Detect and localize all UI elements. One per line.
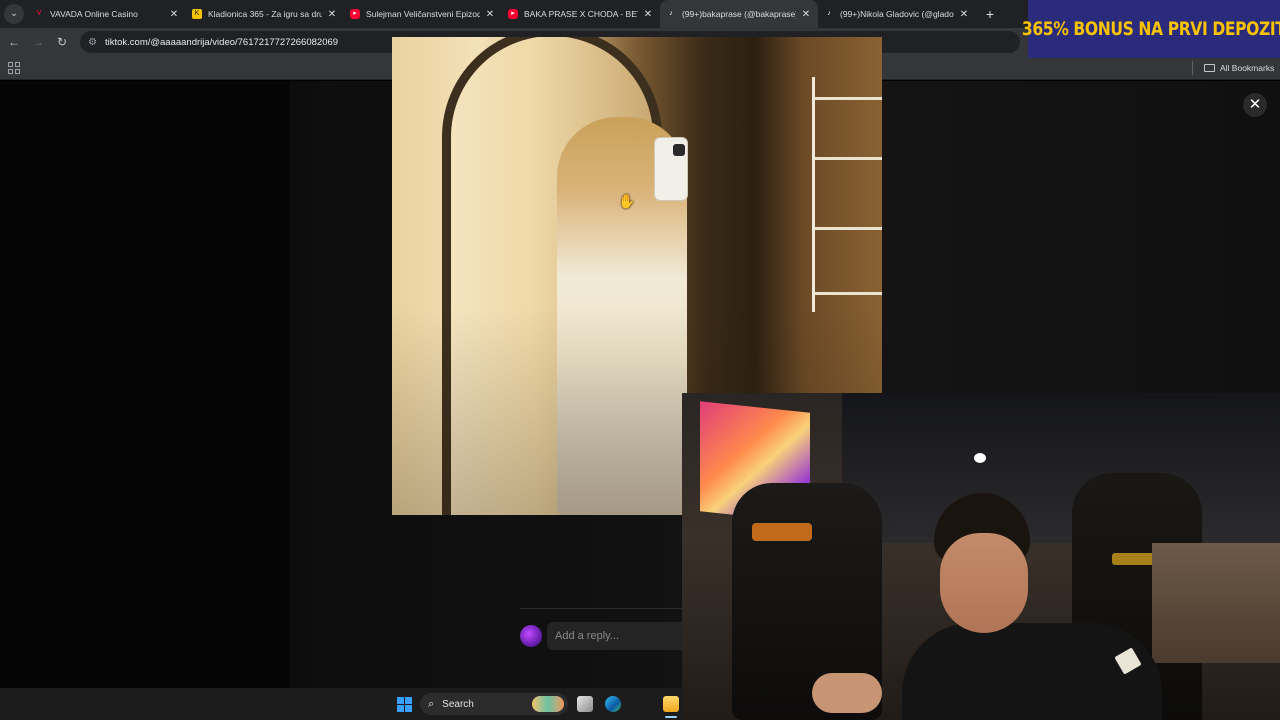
taskbar-search-label: Search — [442, 698, 474, 710]
tab-title: (99+)bakaprase (@bakaprase) | — [682, 9, 796, 19]
forward-arrow-icon[interactable]: → — [28, 32, 48, 52]
active-app-indicator — [665, 716, 677, 718]
tab-sulejman[interactable]: ▸ Sulejman Veličanstveni Epizoda ✕ — [344, 0, 502, 28]
new-tab-button[interactable]: + — [980, 4, 1000, 24]
tab-bakaprase-tiktok[interactable]: ♪ (99+)bakaprase (@bakaprase) | ✕ — [660, 0, 818, 28]
lamp — [974, 453, 986, 463]
back-arrow-icon[interactable]: ← — [4, 32, 24, 52]
close-icon[interactable]: ✕ — [1243, 93, 1267, 117]
bookmarks-divider — [1192, 61, 1193, 75]
tab-gladovic-tiktok[interactable]: ♪ (99+)Nikola Gladovic (@gladov ✕ — [818, 0, 976, 28]
all-bookmarks-label: All Bookmarks — [1220, 63, 1275, 73]
search-icon: ⌕ — [428, 697, 435, 710]
folder-icon — [1204, 64, 1215, 72]
webcam-overlay — [682, 393, 1280, 720]
taskbar-search[interactable]: ⌕ Search — [420, 693, 568, 715]
tab-search-icon[interactable]: ⌄ — [4, 4, 24, 24]
tab-close-icon[interactable]: ✕ — [168, 9, 180, 20]
ad-banner[interactable]: 365% BONUS NA PRVI DEPOZIT — [1022, 0, 1280, 58]
search-highlight-icon — [532, 696, 564, 712]
webcam-window — [842, 393, 1280, 543]
kladionica-icon: K — [192, 9, 202, 19]
edge-icon[interactable] — [605, 696, 621, 712]
chair-stripe — [752, 523, 812, 541]
youtube-icon: ▸ — [350, 9, 360, 19]
screen: ⌄ V VAVADA Online Casino ✕ K Kladionica … — [0, 0, 1280, 720]
tab-close-icon[interactable]: ✕ — [958, 9, 970, 20]
site-info-icon[interactable]: ⚙ — [88, 37, 97, 48]
tab-close-icon[interactable]: ✕ — [642, 9, 654, 20]
tab-title: VAVADA Online Casino — [50, 9, 138, 19]
vavada-icon: V — [36, 10, 42, 17]
tab-vavada[interactable]: V VAVADA Online Casino ✕ — [28, 0, 186, 28]
task-view-icon[interactable] — [577, 696, 593, 712]
youtube-icon: ▸ — [508, 9, 518, 19]
reload-icon[interactable]: ↻ — [52, 32, 72, 52]
file-explorer-icon[interactable] — [663, 696, 679, 712]
tab-close-icon[interactable]: ✕ — [800, 9, 812, 20]
shelf — [812, 77, 882, 312]
windows-start-icon[interactable] — [397, 697, 412, 712]
all-bookmarks-button[interactable]: All Bookmarks — [1204, 61, 1274, 75]
tab-title: Kladionica 365 - Za igru sa druš — [208, 9, 322, 19]
tab-close-icon[interactable]: ✕ — [326, 9, 338, 20]
tiktok-icon: ♪ — [669, 10, 673, 17]
streamer-face — [940, 533, 1028, 633]
apps-grid-icon[interactable] — [8, 62, 20, 74]
avatar[interactable] — [520, 625, 542, 647]
reply-input[interactable]: Add a reply... — [547, 622, 682, 650]
url-text: tiktok.com/@aaaaandrija/video/7617217727… — [104, 36, 339, 48]
tab-title: BAKA PRASE X CHODA - BETMEN — [524, 9, 638, 19]
tab-kladionica[interactable]: K Kladionica 365 - Za igru sa druš ✕ — [186, 0, 344, 28]
hand-cursor-icon: ✋ — [618, 193, 636, 209]
divider — [520, 608, 682, 609]
streamer-hand — [812, 673, 882, 713]
tab-title: Sulejman Veličanstveni Epizoda — [366, 9, 480, 19]
reply-placeholder: Add a reply... — [555, 630, 619, 642]
tab-close-icon[interactable]: ✕ — [484, 9, 496, 20]
phone — [654, 137, 688, 201]
sofa — [1152, 543, 1280, 663]
tab-title: (99+)Nikola Gladovic (@gladov — [840, 9, 954, 19]
ad-text: 365% BONUS NA PRVI DEPOZIT — [1022, 18, 1280, 40]
tab-baka-prase-betmen[interactable]: ▸ BAKA PRASE X CHODA - BETMEN ✕ — [502, 0, 660, 28]
tiktok-icon: ♪ — [827, 10, 831, 17]
